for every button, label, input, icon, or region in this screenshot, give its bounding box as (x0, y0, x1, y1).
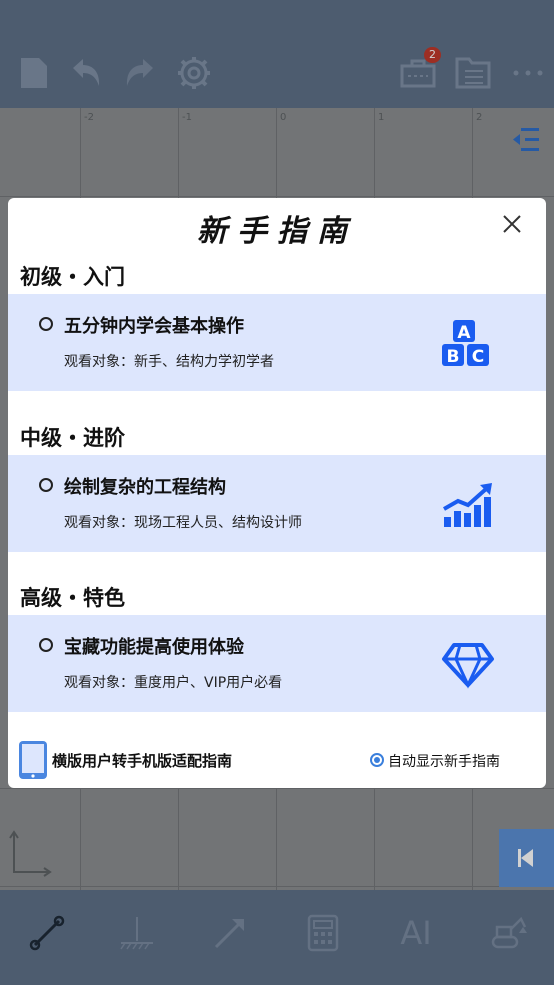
guide-card-features[interactable]: 宝藏功能提高使用体验 观看对象：重度用户、VIP用户必看 (8, 615, 546, 712)
card-audience: 观看对象：新手、结构力学初学者 (64, 354, 274, 370)
radio-button[interactable] (39, 317, 53, 331)
svg-text:A: A (457, 323, 471, 343)
section-heading-advanced: 高级・特色 (20, 586, 125, 610)
abc-blocks-icon: A B C (440, 316, 496, 370)
auto-show-label[interactable]: 自动显示新手指南 (388, 751, 500, 771)
phone-icon (18, 740, 48, 780)
card-title: 绘制复杂的工程结构 (64, 477, 226, 498)
card-title: 五分钟内学会基本操作 (64, 316, 244, 337)
beginner-guide-dialog: 新手指南 初级・入门 五分钟内学会基本操作 观看对象：新手、结构力学初学者 A … (8, 198, 546, 788)
guide-card-basic[interactable]: 五分钟内学会基本操作 观看对象：新手、结构力学初学者 A B C (8, 294, 546, 391)
svg-text:C: C (472, 347, 484, 367)
card-audience: 观看对象：重度用户、VIP用户必看 (64, 675, 283, 691)
card-title: 宝藏功能提高使用体验 (64, 637, 244, 658)
diamond-icon (440, 637, 496, 691)
auto-show-radio[interactable] (370, 753, 384, 767)
section-heading-intermediate: 中级・进阶 (20, 426, 125, 450)
card-audience: 观看对象：现场工程人员、结构设计师 (64, 515, 302, 531)
guide-card-complex[interactable]: 绘制复杂的工程结构 观看对象：现场工程人员、结构设计师 (8, 455, 546, 552)
section-heading-beginner: 初级・入门 (20, 265, 125, 289)
radio-button[interactable] (39, 478, 53, 492)
dialog-title: 新手指南 (197, 214, 357, 249)
svg-text:B: B (447, 347, 460, 367)
landscape-guide-link[interactable]: 横版用户转手机版适配指南 (52, 750, 232, 771)
close-icon[interactable] (498, 210, 526, 238)
growth-chart-icon (440, 477, 496, 531)
radio-button[interactable] (39, 638, 53, 652)
